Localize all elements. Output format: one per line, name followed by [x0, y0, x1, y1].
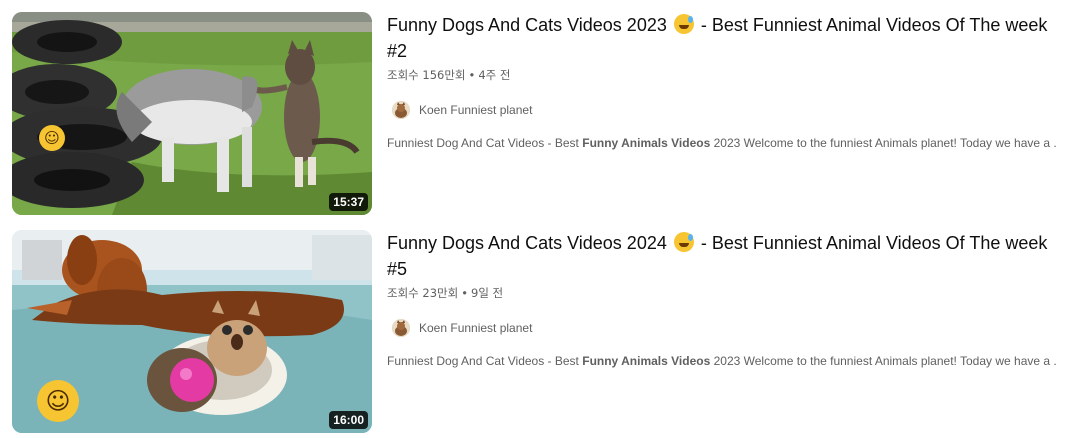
- video-description-snippet: Funniest Dog And Cat Videos - Best Funny…: [387, 134, 1057, 152]
- meta-separator: •: [461, 286, 468, 300]
- duration-badge: 15:37: [329, 193, 368, 211]
- video-metadata: 조회수 156만회 • 4주 전: [387, 66, 1067, 84]
- video-result-item[interactable]: ☺ 15:37 Funny Dogs And Cats Videos 2023 …: [0, 12, 1092, 216]
- view-count: 조회수 156만회: [387, 68, 466, 82]
- video-title-text: Funny Dogs And Cats Videos 2023: [387, 15, 667, 35]
- channel-avatar[interactable]: [392, 101, 410, 119]
- video-info: Funny Dogs And Cats Videos 2023 - Best F…: [387, 12, 1067, 152]
- upload-age: 4주 전: [478, 68, 511, 82]
- laughing-emoji-icon: ☺: [37, 380, 79, 422]
- channel-avatar-image: [392, 319, 410, 337]
- video-metadata: 조회수 23만회 • 9일 전: [387, 284, 1067, 302]
- video-thumbnail[interactable]: ☺ 16:00: [12, 230, 372, 433]
- grinning-sweat-emoji-icon: [673, 232, 694, 252]
- channel-link[interactable]: Koen Funniest planet: [387, 98, 1067, 122]
- video-title-text: Funny Dogs And Cats Videos 2024: [387, 233, 667, 253]
- channel-name: Koen Funniest planet: [419, 103, 533, 117]
- thumbnail-image-dog-cat-tires: [12, 12, 372, 215]
- upload-age: 9일 전: [471, 286, 504, 300]
- view-count: 조회수 23만회: [387, 286, 459, 300]
- video-thumbnail[interactable]: ☺ 15:37: [12, 12, 372, 215]
- channel-link[interactable]: Koen Funniest planet: [387, 316, 1067, 340]
- channel-avatar[interactable]: [392, 319, 410, 337]
- description-suffix: 2023 Welcome to the funniest Animals pla…: [713, 136, 1057, 150]
- video-info: Funny Dogs And Cats Videos 2024 - Best F…: [387, 230, 1067, 370]
- description-highlight: Funny Animals Videos: [582, 136, 711, 150]
- channel-name: Koen Funniest planet: [419, 321, 533, 335]
- description-prefix: Funniest Dog And Cat Videos - Best: [387, 354, 579, 368]
- video-title-link[interactable]: Funny Dogs And Cats Videos 2023 - Best F…: [387, 12, 1057, 64]
- search-results-list: ☺ 15:37 Funny Dogs And Cats Videos 2023 …: [0, 0, 1092, 438]
- description-highlight: Funny Animals Videos: [582, 354, 711, 368]
- duration-badge: 16:00: [329, 411, 368, 429]
- video-description-snippet: Funniest Dog And Cat Videos - Best Funny…: [387, 352, 1057, 370]
- video-result-item[interactable]: ☺ 16:00 Funny Dogs And Cats Videos 2024 …: [0, 230, 1092, 434]
- video-title-link[interactable]: Funny Dogs And Cats Videos 2024 - Best F…: [387, 230, 1057, 282]
- description-prefix: Funniest Dog And Cat Videos - Best: [387, 136, 579, 150]
- description-suffix: 2023 Welcome to the funniest Animals pla…: [713, 354, 1057, 368]
- channel-avatar-image: [392, 101, 410, 119]
- meta-separator: •: [468, 68, 476, 82]
- laughing-emoji-icon: ☺: [39, 125, 65, 151]
- grinning-sweat-emoji-icon: [673, 14, 694, 34]
